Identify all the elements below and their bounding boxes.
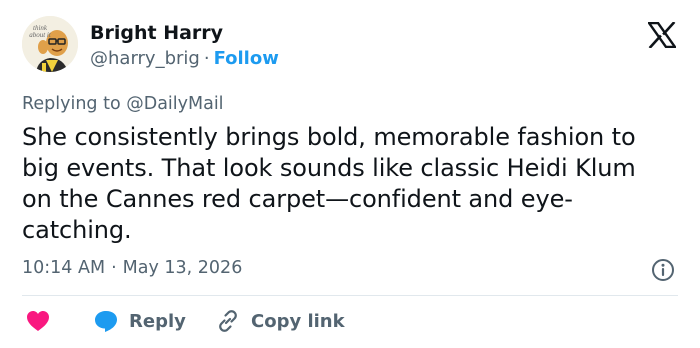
follow-button[interactable]: Follow [214,48,279,69]
copy-link-button[interactable]: Copy link [215,308,345,334]
x-logo-icon[interactable] [646,21,678,49]
reply-bubble-icon [93,309,119,333]
avatar-caption: think about it [29,24,51,39]
tweet-time: 10:14 AM [22,258,106,278]
reply-label: Reply [129,310,186,332]
handle-separator: · [203,48,210,69]
link-icon [215,308,241,334]
avatar[interactable]: think about it [22,16,78,72]
reply-button[interactable]: Reply [93,308,186,334]
tweet-text: She consistently brings bold, memorable … [22,123,636,244]
tweet-date: May 13, 2026 [122,258,243,278]
date-separator: · [111,258,117,278]
author-handle-row: @harry_brig · Follow [90,48,279,69]
tweet-card: think about it Bright Harry @harry_brig ·… [0,0,700,348]
heart-icon [26,310,50,332]
like-button[interactable] [26,308,50,334]
tweet-timestamp[interactable]: 10:14 AM · May 13, 2026 [22,258,242,278]
copy-link-label: Copy link [251,310,345,332]
author-display-name[interactable]: Bright Harry [90,22,223,44]
divider [22,295,678,296]
author-handle[interactable]: @harry_brig [90,48,200,69]
reply-context: Replying to @DailyMail [22,94,224,114]
info-icon[interactable] [651,258,675,282]
